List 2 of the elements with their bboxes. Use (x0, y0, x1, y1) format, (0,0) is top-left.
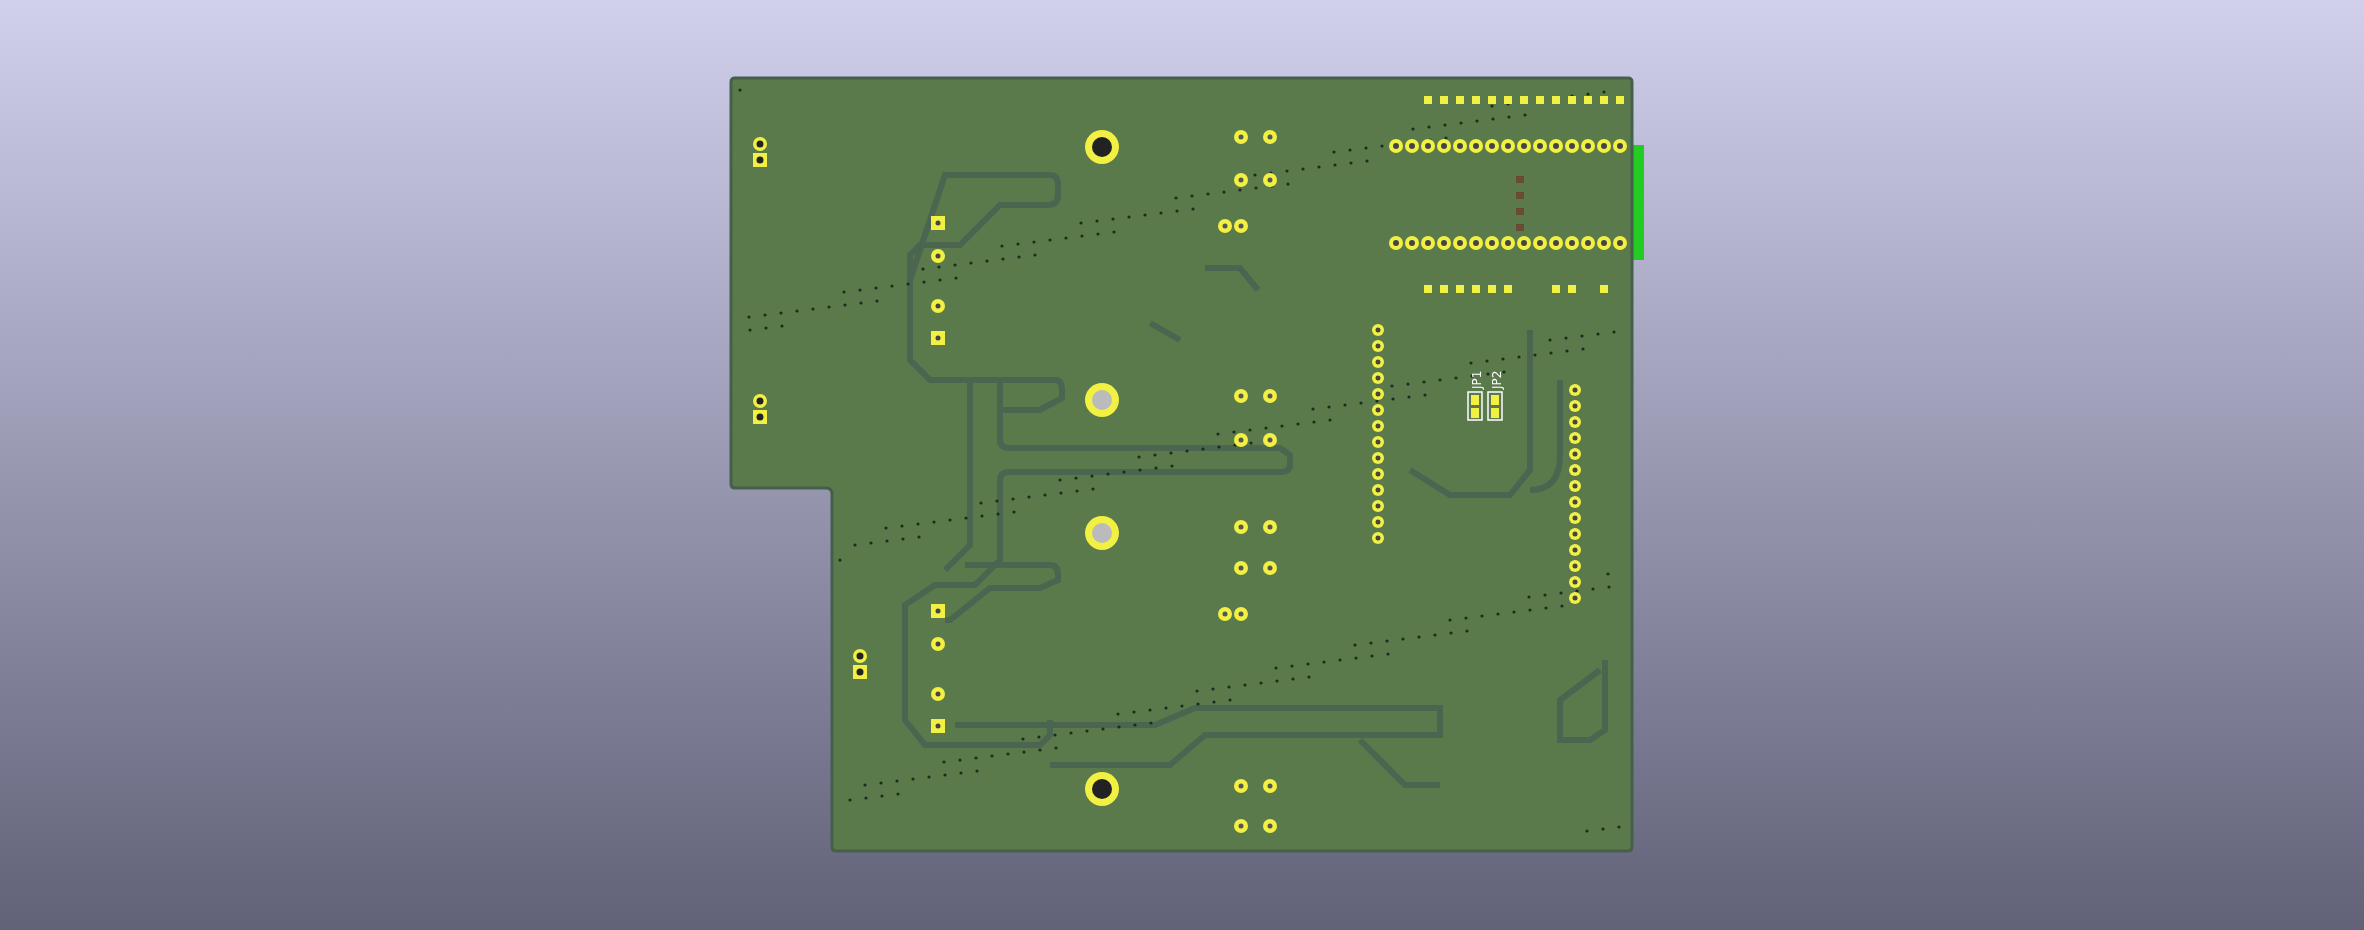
jumper-label: JP1 (1470, 370, 1484, 389)
jumper-label: JP2 (1490, 370, 1504, 389)
